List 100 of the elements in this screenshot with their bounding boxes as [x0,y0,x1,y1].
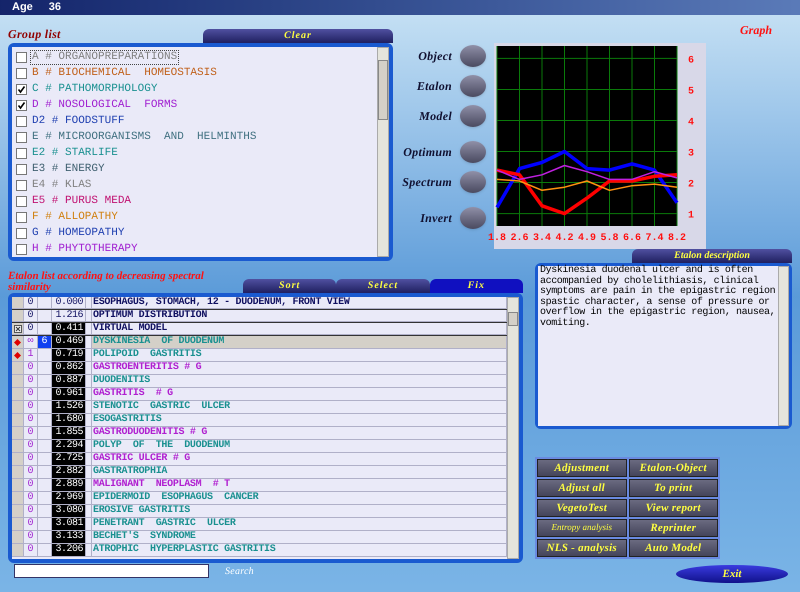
table-cell[interactable]: BECHET'S SYNDROME [92,531,507,544]
table-cell[interactable]: VIRTUAL MODEL [92,323,507,335]
scrollbar[interactable] [778,266,789,426]
row-marker[interactable] [12,388,24,401]
row-marker[interactable] [12,531,24,544]
row-marker[interactable] [12,323,24,335]
action-button[interactable]: Reprinter [628,519,718,537]
action-button[interactable]: Entropy analysis [537,519,626,537]
row-marker[interactable] [12,375,24,388]
graph-title: Graph [740,22,772,39]
row-marker[interactable] [12,349,24,362]
row-marker[interactable] [12,297,24,309]
group-item[interactable]: E3 # ENERGY [31,162,106,176]
toggle-button[interactable] [460,141,486,163]
group-item[interactable]: E4 # KLAS [31,178,92,192]
group-item[interactable]: E # MICROORGANISMS AND HELMINTHS [31,130,258,144]
row-marker[interactable] [12,401,24,414]
table-cell[interactable]: EROSIVE GASTRITIS [92,505,507,518]
group-item[interactable]: C # PATHOMORPHOLOGY [31,82,158,96]
table-cell[interactable]: POLYP OF THE DUODENUM [92,440,507,453]
group-item[interactable]: E5 # PURUS MEDA [31,194,132,208]
toggle-button[interactable] [460,171,486,193]
toggle-button[interactable] [460,207,486,229]
scroll-thumb[interactable] [378,60,388,120]
table-cell[interactable]: MALIGNANT NEOPLASM # T [92,479,507,492]
tab[interactable]: Sort [243,279,336,293]
table-cell: 0 [24,531,38,544]
checkbox[interactable] [16,100,27,110]
table-cell[interactable]: DYSKINESIA OF DUODENUM [92,336,507,349]
checkbox[interactable] [16,212,27,222]
row-marker[interactable] [12,310,24,322]
group-item[interactable]: A # ORGANOPREPARATIONS [31,50,178,64]
table-cell[interactable]: EPIDERMOID ESOPHAGUS CANCER [92,492,507,505]
checkbox[interactable] [16,132,27,142]
row-marker[interactable] [12,427,24,440]
scrollbar[interactable] [377,47,389,257]
table-cell[interactable]: STENOTIC GASTRIC ULCER [92,401,507,414]
table-cell[interactable]: GASTRATROPHIA [92,466,507,479]
table-cell[interactable]: GASTRITIS # G [92,388,507,401]
tab[interactable]: Fix [430,279,523,293]
action-button[interactable]: Etalon-Object [628,459,718,477]
action-button[interactable]: Auto Model [628,539,718,557]
exit-button[interactable]: Exit [676,565,788,583]
group-item[interactable]: G # HOMEOPATHY [31,226,126,240]
table-cell[interactable]: GASTROENTERITIS # G [92,362,507,375]
table-cell[interactable]: POLIPOID GASTRITIS [92,349,507,362]
row-marker[interactable] [12,414,24,427]
toggle-label: Spectrum [402,174,452,191]
checkbox[interactable] [16,180,27,190]
action-button[interactable]: To print [628,479,718,497]
row-marker[interactable] [12,440,24,453]
table-cell[interactable]: ESOGASTRITIS [92,414,507,427]
group-item[interactable]: H # PHYTOTHERAPY [31,242,139,256]
action-button[interactable]: View report [628,499,718,517]
checkbox[interactable] [16,228,27,238]
group-item[interactable]: E2 # STARLIFE [31,146,119,160]
table-cell[interactable]: DUODENITIS [92,375,507,388]
row-marker[interactable] [12,336,24,349]
clear-button[interactable]: Clear [203,29,393,43]
toggle-label: Optimum [403,144,452,161]
checkbox[interactable] [16,244,27,254]
action-button[interactable]: VegetoTest [537,499,626,517]
checkbox[interactable] [16,148,27,158]
toggle-button[interactable] [460,105,486,127]
group-item[interactable]: D # NOSOLOGICAL FORMS [31,98,178,112]
row-marker[interactable] [12,479,24,492]
row-marker[interactable] [12,492,24,505]
group-item[interactable]: F # ALLOPATHY [31,210,119,224]
checkbox[interactable] [16,164,27,174]
checkbox[interactable] [16,84,27,94]
table-cell[interactable]: GASTRIC ULCER # G [92,453,507,466]
checkbox[interactable] [16,68,27,78]
row-marker[interactable] [12,362,24,375]
table-cell[interactable]: ATROPHIC HYPERPLASTIC GASTRITIS [92,544,507,557]
table-cell: 2.889 [52,479,86,492]
search-field[interactable] [14,564,209,578]
checkbox[interactable] [16,52,27,62]
table-cell[interactable]: ESOPHAGUS, STOMACH, 12 - DUODENUM, FRONT VIEW [92,297,507,309]
checkbox[interactable] [16,116,27,126]
checkbox[interactable] [16,196,27,206]
row-marker[interactable] [12,453,24,466]
scrollbar[interactable] [507,297,519,559]
toggle-button[interactable] [460,75,486,97]
table-cell[interactable]: OPTIMUM DISTRIBUTION [92,310,507,322]
row-marker[interactable] [12,518,24,531]
tab[interactable]: Select [336,279,430,293]
action-button[interactable]: NLS - analysis [537,539,626,557]
scroll-thumb[interactable] [508,312,518,326]
toggle-button[interactable] [460,45,486,67]
table-cell[interactable]: PENETRANT GASTRIC ULCER [92,518,507,531]
x-tick-label: 4.9 [578,233,596,244]
table-cell: 0 [24,518,38,531]
row-marker[interactable] [12,544,24,557]
table-cell[interactable]: GASTRODUODENITIS # G [92,427,507,440]
row-marker[interactable] [12,466,24,479]
action-button[interactable]: Adjustment [537,459,626,477]
group-item[interactable]: B # BIOCHEMICAL HOMEOSTASIS [31,66,218,80]
row-marker[interactable] [12,505,24,518]
group-item[interactable]: D2 # FOODSTUFF [31,114,126,128]
action-button[interactable]: Adjust all [537,479,626,497]
